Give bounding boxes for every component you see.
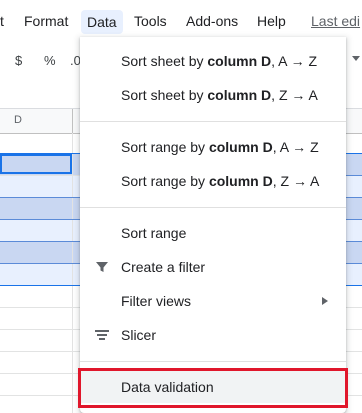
menu-item-label: Sort range by column D, Z → A bbox=[121, 173, 319, 189]
data-menu-dropdown: Sort sheet by column D, A → Z Sort sheet… bbox=[80, 37, 346, 413]
menu-divider bbox=[80, 207, 346, 208]
menu-bar: t Format Data Tools Add-ons Help Last ed… bbox=[0, 0, 362, 42]
triangle-right-icon bbox=[322, 297, 328, 305]
range-border-top bbox=[345, 153, 362, 154]
format-currency-button[interactable]: $ bbox=[15, 53, 22, 68]
funnel-icon bbox=[94, 259, 110, 275]
grid-line bbox=[345, 263, 362, 264]
active-cell-border bbox=[0, 154, 72, 174]
range-border-bottom bbox=[345, 285, 362, 286]
label-column: column D bbox=[208, 139, 273, 155]
selected-cell[interactable] bbox=[0, 242, 80, 264]
menu-data[interactable]: Data bbox=[81, 10, 123, 34]
label-column: column D bbox=[207, 87, 272, 103]
menu-edit-partial[interactable]: t bbox=[0, 13, 4, 29]
slicer-label: Slicer bbox=[121, 327, 157, 343]
grid-line bbox=[0, 263, 80, 264]
column-header-d[interactable]: D bbox=[14, 114, 22, 126]
label-suffix: , Z → A bbox=[271, 87, 318, 103]
label-prefix: Sort sheet by bbox=[121, 87, 208, 103]
chevron-down-icon[interactable] bbox=[352, 56, 360, 61]
grid-line bbox=[0, 241, 80, 242]
selected-cell[interactable] bbox=[345, 198, 362, 220]
filter-views-label: Filter views bbox=[121, 293, 192, 309]
slicer-icon bbox=[94, 327, 110, 343]
selected-cell[interactable] bbox=[345, 264, 362, 286]
grid-line bbox=[345, 219, 362, 220]
sort-sheet-a-z-item[interactable]: Sort sheet by column D, A → Z bbox=[80, 45, 346, 77]
selected-cell[interactable] bbox=[0, 220, 80, 242]
menu-item-label: Sort sheet by column D, A → Z bbox=[121, 53, 317, 69]
menu-item-label: Sort range by column D, A → Z bbox=[121, 139, 319, 155]
range-border-bottom bbox=[0, 285, 80, 286]
label-prefix: Sort sheet by bbox=[121, 53, 208, 69]
sort-range-z-a-item[interactable]: Sort range by column D, Z → A bbox=[80, 165, 346, 197]
menu-item-label: Sort sheet by column D, Z → A bbox=[121, 87, 318, 103]
menu-format[interactable]: Format bbox=[24, 13, 68, 29]
label-prefix: Sort range by bbox=[121, 173, 209, 189]
grid-line bbox=[345, 175, 362, 176]
filter-views-item[interactable]: Filter views bbox=[80, 285, 346, 317]
label-suffix: , Z → A bbox=[272, 173, 320, 189]
format-percent-button[interactable]: % bbox=[44, 53, 56, 68]
selected-cell[interactable] bbox=[345, 242, 362, 264]
menu-tools[interactable]: Tools bbox=[134, 13, 167, 29]
label-prefix: Sort range by bbox=[121, 139, 209, 155]
grid-line bbox=[0, 219, 80, 220]
selected-cell[interactable] bbox=[345, 154, 362, 176]
column-divider[interactable] bbox=[72, 109, 73, 133]
selected-cell[interactable] bbox=[345, 176, 362, 198]
label-column: column D bbox=[207, 53, 272, 69]
label-suffix: , A → Z bbox=[271, 53, 318, 69]
sort-range-item[interactable]: Sort range bbox=[80, 217, 346, 249]
grid-line bbox=[72, 133, 73, 413]
create-filter-label: Create a filter bbox=[121, 259, 206, 275]
menu-divider bbox=[80, 361, 346, 362]
sort-range-label: Sort range bbox=[121, 225, 187, 241]
menu-divider bbox=[80, 121, 346, 122]
create-filter-item[interactable]: Create a filter bbox=[80, 251, 346, 283]
menu-help[interactable]: Help bbox=[257, 13, 286, 29]
selected-cell[interactable] bbox=[0, 176, 80, 198]
last-edit-link[interactable]: Last edi bbox=[311, 13, 360, 29]
selected-cell[interactable] bbox=[0, 198, 80, 220]
grid-line bbox=[345, 241, 362, 242]
sort-range-a-z-item[interactable]: Sort range by column D, A → Z bbox=[80, 131, 346, 163]
selected-cell[interactable] bbox=[345, 220, 362, 242]
selected-cell[interactable] bbox=[0, 264, 80, 286]
grid-line bbox=[345, 197, 362, 198]
sort-sheet-z-a-item[interactable]: Sort sheet by column D, Z → A bbox=[80, 79, 346, 111]
label-suffix: , A → Z bbox=[272, 139, 319, 155]
slicer-item[interactable]: Slicer bbox=[80, 319, 346, 351]
menu-add-ons[interactable]: Add-ons bbox=[186, 13, 238, 29]
grid-line bbox=[0, 197, 80, 198]
label-column: column D bbox=[208, 173, 273, 189]
highlight-annotation-box bbox=[78, 368, 348, 408]
